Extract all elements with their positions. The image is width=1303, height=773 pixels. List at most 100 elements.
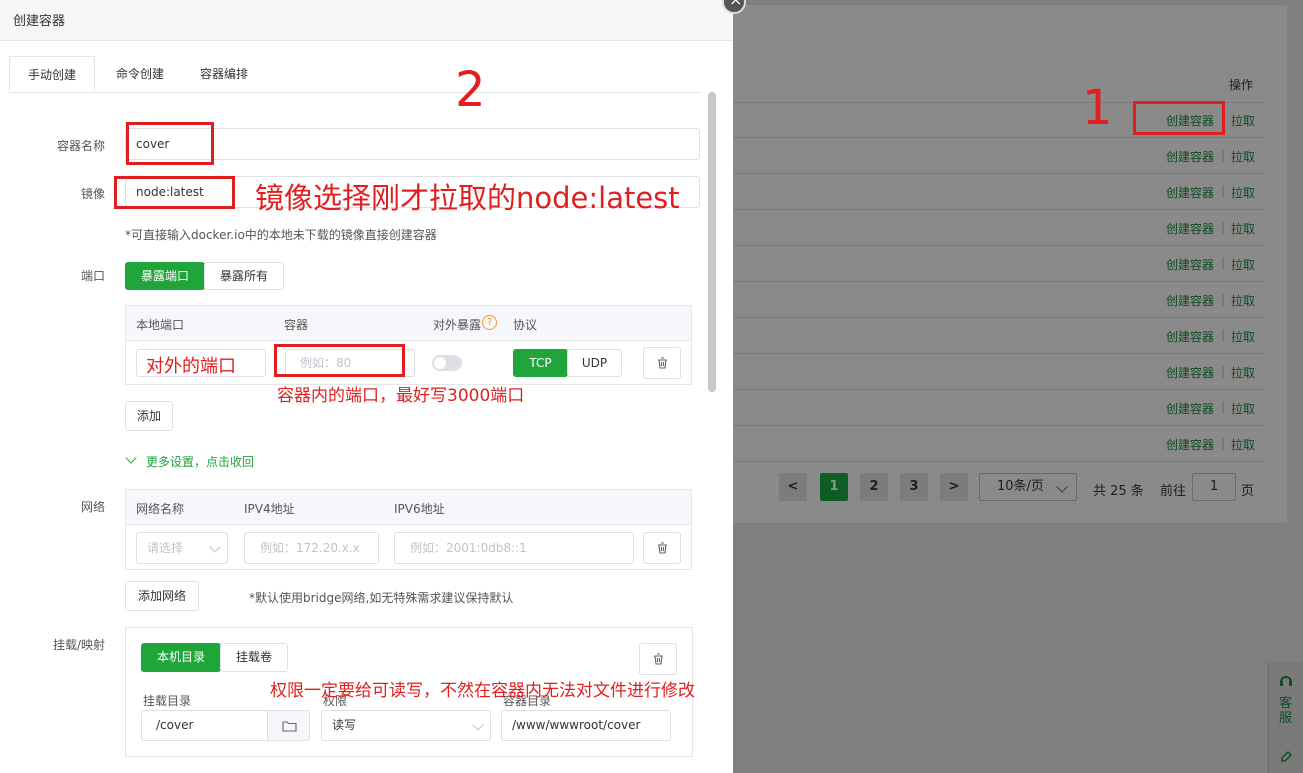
table-header: 操作: [733, 66, 1265, 103]
chevron-down-icon: [209, 541, 221, 553]
chevron-down-icon: [1056, 481, 1068, 493]
ops-column-header: 操作: [1228, 78, 1253, 92]
page-3-button[interactable]: 3: [900, 473, 928, 501]
network-select-placeholder: 请选择: [147, 541, 184, 555]
modal-header: 创建容器: [0, 0, 733, 41]
table-row: 创建容器 | 拉取: [733, 426, 1265, 462]
host-dir-input[interactable]: /cover: [141, 710, 268, 741]
table-row: 创建容器 | 拉取: [733, 318, 1265, 354]
expose-toggle[interactable]: [432, 355, 462, 371]
help-icon[interactable]: ?: [482, 315, 497, 330]
delete-mount-button[interactable]: [639, 643, 677, 675]
create-container-link[interactable]: 创建容器: [1166, 148, 1214, 165]
total-count: 共 25 条: [1093, 484, 1144, 499]
more-settings-toggle[interactable]: 更多设置，点击收回: [146, 453, 254, 470]
link-separator: |: [1221, 148, 1226, 162]
pull-link[interactable]: 拉取: [1231, 400, 1255, 417]
link-separator: |: [1221, 400, 1226, 414]
prev-page-button[interactable]: <: [779, 473, 807, 501]
table-row: 创建容器 | 拉取: [733, 174, 1265, 210]
tab-command-create[interactable]: 命令创建: [105, 56, 175, 91]
col-ipv6: IPV6地址: [394, 502, 445, 516]
port-label: 端口: [80, 269, 105, 283]
col-protocol: 协议: [513, 318, 538, 332]
browse-folder-button[interactable]: [267, 710, 310, 741]
trash-icon: [658, 542, 667, 554]
create-container-link[interactable]: 创建容器: [1166, 364, 1214, 381]
page-size-value: 10条/页: [997, 479, 1044, 494]
ipv6-placeholder: 例如：2001:0db8::1: [410, 541, 527, 555]
page-2-button[interactable]: 2: [860, 473, 888, 501]
annotation-box-name: [126, 122, 214, 165]
permission-select[interactable]: 读写: [321, 710, 491, 741]
expose-port-button[interactable]: 暴露端口: [125, 262, 205, 290]
tab-manual-create[interactable]: 手动创建: [9, 56, 95, 92]
annotation-box-container-port: [274, 344, 405, 377]
add-port-button[interactable]: 添加: [125, 401, 173, 431]
image-label: 镜像: [80, 187, 105, 201]
pull-link[interactable]: 拉取: [1231, 256, 1255, 273]
page-unit-label: 页: [1241, 484, 1255, 499]
customer-service-label: 客服: [1279, 696, 1293, 726]
pull-link[interactable]: 拉取: [1231, 148, 1255, 165]
trash-icon: [654, 653, 663, 665]
create-container-link[interactable]: 创建容器: [1166, 220, 1214, 237]
image-hint: *可直接输入docker.io中的本地未下载的镜像直接创建容器: [125, 228, 437, 242]
table-row: 创建容器 | 拉取: [733, 282, 1265, 318]
modal-scrollbar[interactable]: [708, 92, 716, 392]
page-size-select[interactable]: 10条/页: [979, 473, 1077, 501]
create-container-link[interactable]: 创建容器: [1166, 436, 1214, 453]
pull-link[interactable]: 拉取: [1231, 364, 1255, 381]
goto-page-input[interactable]: 1: [1192, 473, 1236, 501]
volume-button[interactable]: 挂载卷: [220, 643, 288, 672]
col-ipv4: IPV4地址: [244, 502, 295, 516]
col-network-name: 网络名称: [136, 502, 185, 516]
pull-link[interactable]: 拉取: [1231, 112, 1255, 129]
col-local-port: 本地端口: [136, 318, 185, 332]
chevron-down-icon: [472, 719, 484, 731]
ipv6-input[interactable]: 例如：2001:0db8::1: [394, 532, 634, 564]
annotation-box-image: [114, 176, 235, 209]
link-separator: |: [1221, 364, 1226, 378]
create-container-link[interactable]: 创建容器: [1166, 400, 1214, 417]
expose-all-button[interactable]: 暴露所有: [204, 262, 284, 290]
annotation-container-port-note: 容器内的端口，最好写3000端口: [277, 386, 525, 406]
table-row: 创建容器 | 拉取: [733, 246, 1265, 282]
network-select[interactable]: 请选择: [136, 532, 228, 564]
table-row: 创建容器 | 拉取: [733, 354, 1265, 390]
headset-icon: [1280, 676, 1292, 686]
container-name-label: 容器名称: [56, 139, 105, 153]
port-table-header: 本地端口 容器 对外暴露 ? 协议: [126, 306, 691, 341]
link-separator: |: [1221, 184, 1226, 198]
network-table-header: 网络名称 IPV4地址 IPV6地址: [126, 490, 691, 525]
ipv4-input[interactable]: 例如：172.20.x.x: [244, 532, 379, 564]
link-separator: |: [1221, 328, 1226, 342]
tab-container-compose[interactable]: 容器编排: [189, 56, 259, 91]
edit-icon[interactable]: [1280, 750, 1293, 763]
create-container-link[interactable]: 创建容器: [1166, 292, 1214, 309]
create-container-link[interactable]: 创建容器: [1166, 184, 1214, 201]
container-dir-input[interactable]: /www/wwwroot/cover: [501, 710, 671, 741]
network-label: 网络: [80, 500, 105, 514]
pull-link[interactable]: 拉取: [1231, 292, 1255, 309]
create-container-link[interactable]: 创建容器: [1166, 328, 1214, 345]
udp-button[interactable]: UDP: [567, 349, 622, 377]
delete-network-button[interactable]: [643, 532, 681, 564]
create-container-link[interactable]: 创建容器: [1166, 256, 1214, 273]
tcp-button[interactable]: TCP: [513, 349, 568, 377]
delete-port-button[interactable]: [643, 347, 681, 379]
table-row: 创建容器 | 拉取: [733, 138, 1265, 174]
customer-service-widget[interactable]: 客服: [1268, 662, 1303, 773]
pull-link[interactable]: 拉取: [1231, 220, 1255, 237]
annotation-step-2: 2: [455, 62, 486, 118]
pull-link[interactable]: 拉取: [1231, 184, 1255, 201]
pull-link[interactable]: 拉取: [1231, 436, 1255, 453]
add-network-button[interactable]: 添加网络: [125, 581, 199, 611]
page-1-button[interactable]: 1: [820, 473, 848, 501]
host-dir-button[interactable]: 本机目录: [141, 643, 221, 672]
pull-link[interactable]: 拉取: [1231, 328, 1255, 345]
goto-label: 前往: [1160, 484, 1187, 499]
link-separator: |: [1221, 220, 1226, 234]
next-page-button[interactable]: >: [940, 473, 968, 501]
link-separator: |: [1221, 256, 1226, 270]
